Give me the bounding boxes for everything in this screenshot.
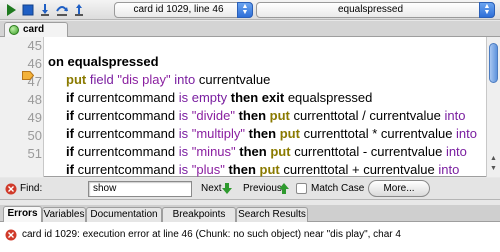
line-number: 51	[27, 146, 42, 161]
code-lines[interactable]: on equalspressed put field "dis play" in…	[44, 37, 486, 177]
line-number: 48	[27, 92, 42, 107]
code-editor[interactable]: 45 46 47 48 49 50 51 on equalspressed pu…	[0, 37, 500, 177]
vertical-scrollbar[interactable]: ▲ ▼	[486, 37, 500, 177]
error-message[interactable]: card id 1029: execution error at line 46…	[22, 229, 401, 241]
scroll-up-arrow-icon[interactable]: ▲	[489, 155, 498, 163]
current-line-arrow-icon	[22, 71, 34, 80]
step-over-icon[interactable]	[54, 2, 70, 18]
code-line: if currentcommand is "divide" then put c…	[66, 108, 466, 123]
find-input[interactable]: show	[88, 181, 192, 197]
code-line: put field "dis play" into currentvalue	[66, 72, 271, 87]
chevron-updown-icon: ▲ ▼	[237, 2, 253, 18]
script-editor-window: card id 1029, line 46 ▲ ▼ equalspressed ▲…	[0, 0, 500, 252]
event-select-value: equalspressed	[337, 4, 404, 15]
debug-toolbar: card id 1029, line 46 ▲ ▼ equalspressed ▲…	[0, 0, 500, 20]
code-line: if currentcommand is "multiply" then put…	[66, 126, 477, 141]
line-number: 49	[27, 110, 42, 125]
line-number-gutter[interactable]: 45 46 47 48 49 50 51	[0, 37, 44, 177]
script-tab-strip: card 1029	[0, 21, 500, 48]
handler-select-value: card id 1029, line 46	[133, 4, 224, 15]
tab-documentation[interactable]: Documentation	[86, 207, 162, 222]
errors-panel: card id 1029: execution error at line 46…	[0, 222, 500, 252]
find-bar: Find: show Next Previous Match Case More…	[0, 178, 500, 200]
run-icon[interactable]	[3, 2, 19, 18]
line-number: 47	[27, 74, 42, 89]
more-button[interactable]: More...	[368, 180, 430, 197]
line-number: 45	[27, 38, 42, 53]
find-previous-button[interactable]: Previous	[243, 183, 282, 195]
stop-icon[interactable]	[20, 2, 36, 18]
code-line: if currentcommand is "plus" then put cur…	[66, 162, 460, 177]
code-line: on equalspressed	[48, 54, 159, 69]
tab-card-1029[interactable]: card 1029	[4, 22, 68, 48]
handler-select[interactable]: card id 1029, line 46 ▲ ▼	[114, 2, 253, 18]
error-icon	[5, 229, 17, 241]
arrow-up-icon[interactable]	[278, 182, 290, 195]
bottom-tab-strip: Errors Variables Documentation Breakpoin…	[0, 205, 500, 223]
arrow-down-icon[interactable]	[221, 182, 233, 195]
tab-breakpoints[interactable]: Breakpoints	[162, 207, 236, 222]
step-into-icon[interactable]	[37, 2, 53, 18]
find-next-button[interactable]: Next	[201, 183, 222, 195]
scroll-down-arrow-icon[interactable]: ▼	[489, 165, 498, 173]
code-line: if currentcommand is "minus" then put cu…	[66, 144, 467, 159]
line-number: 50	[27, 128, 42, 143]
step-out-icon[interactable]	[71, 2, 87, 18]
chevron-updown-icon: ▲ ▼	[479, 2, 495, 18]
code-line: if currentcommand is empty then exit equ…	[66, 90, 373, 105]
match-case-label: Match Case	[311, 183, 365, 194]
match-case-checkbox[interactable]	[296, 183, 307, 194]
scroll-thumb[interactable]	[489, 43, 498, 83]
status-dot-icon	[9, 25, 19, 35]
close-find-icon[interactable]	[5, 183, 17, 195]
tab-search-results[interactable]: Search Results	[236, 207, 308, 222]
find-label: Find:	[20, 183, 43, 194]
tab-variables[interactable]: Variables	[42, 207, 86, 222]
tab-errors[interactable]: Errors	[3, 206, 42, 223]
line-number: 46	[27, 56, 42, 71]
event-select[interactable]: equalspressed ▲ ▼	[256, 2, 495, 18]
